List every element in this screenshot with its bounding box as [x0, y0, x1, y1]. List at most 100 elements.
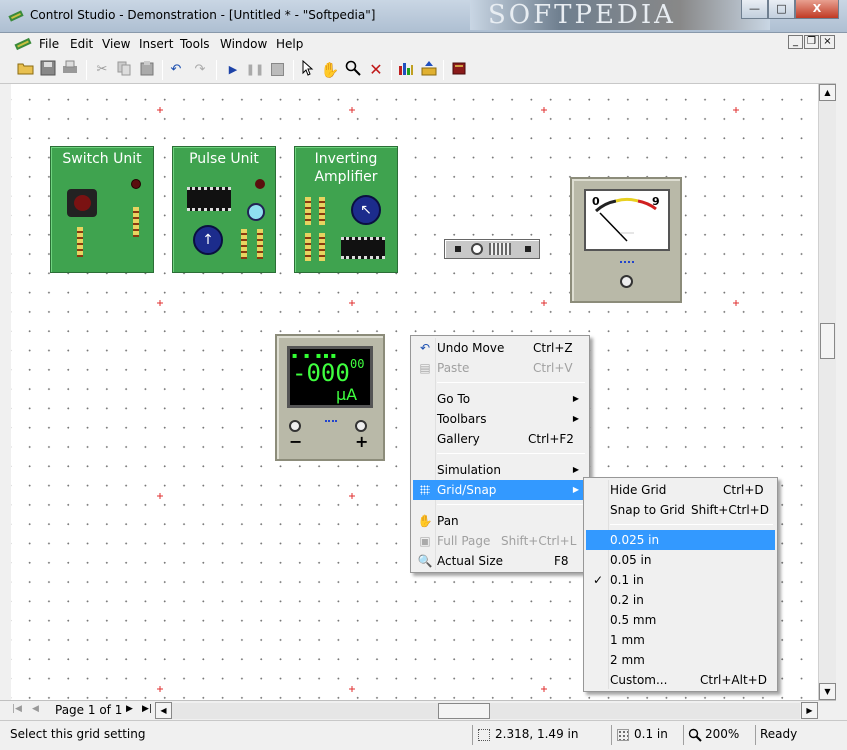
menu-item-pan[interactable]: ✋ Pan — [413, 511, 587, 531]
analog-meter-panel[interactable]: 0 9 — [570, 177, 682, 303]
maximize-button[interactable]: □ — [768, 0, 795, 19]
menu-item-grid-snap[interactable]: Grid/Snap ▶ — [413, 480, 587, 500]
submenu-arrow-icon: ▶ — [572, 414, 579, 423]
negative-terminal[interactable] — [289, 420, 301, 432]
grid-cross-marker — [157, 300, 163, 306]
play-icon[interactable]: ▶ — [223, 60, 243, 80]
submenu-item-0-1-in[interactable]: ✓ 0.1 in — [586, 570, 775, 590]
switch-unit-module[interactable]: Switch Unit — [50, 146, 154, 273]
submenu-arrow-icon: ▶ — [572, 394, 579, 403]
potentiometer-slider[interactable] — [444, 239, 540, 259]
grid-snap-submenu: Hide Grid Ctrl+D Snap to Grid Shift+Ctrl… — [583, 477, 778, 692]
submenu-item-hide-grid[interactable]: Hide Grid Ctrl+D — [586, 480, 775, 500]
undo-icon[interactable]: ↶ — [166, 60, 186, 80]
module-title: Pulse Unit — [189, 151, 259, 167]
book-icon[interactable] — [449, 60, 469, 80]
horizontal-scroll-track[interactable] — [172, 703, 800, 719]
submenu-item-custom[interactable]: Custom... Ctrl+Alt+D — [586, 670, 775, 690]
menu-help[interactable]: Help — [276, 37, 303, 51]
open-icon[interactable] — [16, 60, 36, 80]
menu-item-gallery[interactable]: Gallery Ctrl+F2 — [413, 429, 587, 449]
close-button[interactable]: X — [795, 0, 839, 19]
save-icon[interactable] — [38, 60, 58, 80]
pulse-unit-module[interactable]: Pulse Unit ↑ — [172, 146, 276, 273]
next-page-button[interactable]: ▶ — [126, 704, 133, 714]
inverting-amplifier-module[interactable]: Inverting Amplifier ↖ — [294, 146, 398, 273]
positive-terminal[interactable] — [355, 420, 367, 432]
rotary-knob[interactable]: ↑ — [193, 225, 223, 255]
mdi-minimize-button[interactable]: _ — [788, 35, 803, 49]
menu-item-undo-move[interactable]: ↶ Undo Move Ctrl+Z — [413, 338, 587, 358]
submenu-item-1-mm[interactable]: 1 mm — [586, 630, 775, 650]
grid-cross-marker — [349, 107, 355, 113]
plus-label: + — [355, 432, 369, 451]
menu-tools[interactable]: Tools — [180, 37, 210, 51]
menu-item-label: 0.5 mm — [610, 613, 657, 627]
connector-terminal[interactable] — [620, 275, 633, 288]
cut-icon[interactable]: ✂ — [92, 60, 112, 80]
mdi-close-button[interactable]: × — [820, 35, 835, 49]
menu-window[interactable]: Window — [220, 37, 267, 51]
menu-edit[interactable]: Edit — [70, 37, 93, 51]
menu-item-actual-size[interactable]: 🔍 Actual Size F8 — [413, 551, 587, 571]
menu-view[interactable]: View — [102, 37, 130, 51]
menu-item-label: Undo Move — [437, 341, 505, 355]
menu-item-label: 1 mm — [610, 633, 645, 647]
rotary-knob[interactable]: ↖ — [351, 195, 381, 225]
hand-icon[interactable]: ✋ — [320, 60, 340, 80]
paste-icon[interactable] — [137, 60, 157, 80]
led-indicator — [131, 179, 141, 189]
menu-insert[interactable]: Insert — [139, 37, 173, 51]
menu-item-label: 0.05 in — [610, 553, 652, 567]
window-border — [836, 33, 847, 750]
menu-item-go-to[interactable]: Go To ▶ — [413, 389, 587, 409]
submenu-item-2-mm[interactable]: 2 mm — [586, 650, 775, 670]
submenu-item-0-05-in[interactable]: 0.05 in — [586, 550, 775, 570]
scroll-left-button[interactable]: ◀ — [155, 702, 172, 719]
menu-item-paste[interactable]: ▤ Paste Ctrl+V — [413, 358, 587, 378]
submenu-item-0-5-mm[interactable]: 0.5 mm — [586, 610, 775, 630]
stop-icon[interactable] — [267, 60, 287, 80]
first-page-button[interactable]: |◀ — [12, 704, 22, 714]
menu-item-full-page[interactable]: ▣ Full Page Shift+Ctrl+L — [413, 531, 587, 551]
full-page-icon: ▣ — [419, 534, 431, 548]
submenu-item-0-025-in[interactable]: 0.025 in — [586, 530, 775, 550]
display-value: -000 — [292, 359, 350, 387]
horizontal-scroll-thumb[interactable] — [438, 703, 490, 719]
menu-item-label: Simulation — [437, 463, 501, 477]
menu-item-label: Custom... — [610, 673, 668, 687]
pointer-icon[interactable] — [298, 59, 318, 80]
scroll-down-button[interactable]: ▼ — [819, 683, 836, 700]
last-page-button[interactable]: ▶| — [142, 704, 152, 714]
print-icon[interactable] — [60, 60, 80, 80]
menu-file[interactable]: File — [39, 37, 59, 51]
minimize-button[interactable]: — — [741, 0, 768, 19]
mdi-restore-button[interactable]: ❐ — [804, 35, 819, 49]
push-button[interactable] — [67, 189, 97, 217]
check-icon: ✓ — [592, 573, 604, 587]
pause-icon[interactable]: ❚❚ — [245, 60, 265, 80]
status-divider — [683, 725, 684, 745]
chart-icon[interactable] — [396, 60, 416, 80]
submenu-item-0-2-in[interactable]: 0.2 in — [586, 590, 775, 610]
zoom-icon[interactable] — [343, 60, 363, 80]
zoom-status-icon — [688, 728, 702, 742]
menu-separator — [437, 504, 585, 505]
context-menu: ↶ Undo Move Ctrl+Z ▤ Paste Ctrl+V Go To … — [410, 335, 590, 573]
status-zoom: 200% — [705, 727, 740, 741]
menu-bar: File Edit View Insert Tools Window Help — [0, 33, 847, 55]
submenu-item-snap-to-grid[interactable]: Snap to Grid Shift+Ctrl+D — [586, 500, 775, 520]
prev-page-button[interactable]: ◀ — [32, 704, 39, 714]
digital-display-panel[interactable]: ▪ ▪ ▪▪▪ -000 00 µA − + — [275, 334, 385, 461]
redo-icon[interactable]: ↷ — [190, 60, 210, 80]
scroll-thumb[interactable] — [820, 323, 835, 359]
scroll-right-button[interactable]: ▶ — [801, 702, 818, 719]
menu-item-toolbars[interactable]: Toolbars ▶ — [413, 409, 587, 429]
delete-icon[interactable]: ✕ — [366, 60, 386, 80]
copy-icon[interactable] — [114, 60, 134, 80]
scroll-up-button[interactable]: ▲ — [819, 84, 836, 101]
export-icon[interactable] — [419, 60, 439, 80]
vertical-scrollbar[interactable]: ▲ ▼ — [818, 84, 836, 700]
menu-item-simulation[interactable]: Simulation ▶ — [413, 460, 587, 480]
toolbar-separator — [293, 60, 294, 80]
